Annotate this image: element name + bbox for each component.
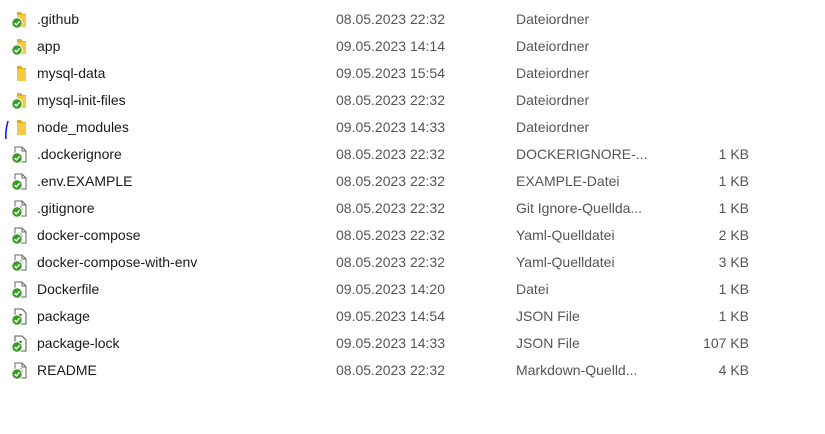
file-date: 08.05.2023 22:32 bbox=[336, 227, 445, 243]
file-type: Dateiordner bbox=[516, 11, 590, 27]
file-size: 1 KB bbox=[718, 146, 749, 162]
file-type: EXAMPLE-Datei bbox=[516, 173, 620, 189]
file-name: app bbox=[37, 38, 61, 54]
file-row[interactable]: README 08.05.2023 22:32 Markdown-Quelld...… bbox=[0, 357, 825, 384]
file-type: Dateiordner bbox=[516, 92, 590, 108]
file-size: 107 KB bbox=[703, 335, 749, 351]
file-row[interactable]: .gitignore 08.05.2023 22:32 Git Ignore-Que… bbox=[0, 195, 825, 222]
file-row[interactable]: Jpackage-lock 09.05.2023 14:33 JSON File 10… bbox=[0, 330, 825, 357]
file-date: 09.05.2023 14:54 bbox=[336, 308, 445, 324]
file-row[interactable]: mysql-init-files 08.05.2023 22:32 Dateiord… bbox=[0, 87, 825, 114]
file-row[interactable]: app 09.05.2023 14:14 Dateiordner bbox=[0, 33, 825, 60]
folder-synced-icon bbox=[10, 37, 29, 56]
file-name: .env.EXAMPLE bbox=[37, 173, 133, 189]
file-name: node_modules bbox=[37, 119, 129, 135]
file-name: package bbox=[37, 308, 90, 324]
file-row[interactable]: mysql-data 09.05.2023 15:54 Dateiordner bbox=[0, 60, 825, 87]
code-file-synced-icon bbox=[10, 199, 29, 218]
file-name: README bbox=[37, 362, 97, 378]
file-row[interactable]: .dockerignore 08.05.2023 22:32 DOCKERIGNOR… bbox=[0, 141, 825, 168]
file-date: 08.05.2023 22:32 bbox=[336, 200, 445, 216]
file-size: 1 KB bbox=[718, 281, 749, 297]
file-date: 09.05.2023 15:54 bbox=[336, 65, 445, 81]
file-row[interactable]: .env.EXAMPLE 08.05.2023 22:32 EXAMPLE-Date… bbox=[0, 168, 825, 195]
file-size: 1 KB bbox=[718, 308, 749, 324]
pen-mark bbox=[4, 120, 9, 140]
folder-icon bbox=[10, 118, 29, 137]
file-type: Dateiordner bbox=[516, 65, 590, 81]
file-name: docker-compose-with-env bbox=[37, 254, 198, 270]
file-name: package-lock bbox=[37, 335, 120, 351]
file-date: 09.05.2023 14:33 bbox=[336, 335, 445, 351]
file-date: 08.05.2023 22:32 bbox=[336, 146, 445, 162]
file-size: 3 KB bbox=[718, 254, 749, 270]
file-type: Dateiordner bbox=[516, 38, 590, 54]
json-file-synced-icon: J bbox=[10, 334, 29, 353]
file-row[interactable]: Dockerfile 09.05.2023 14:20 Datei 1 KB bbox=[0, 276, 825, 303]
file-row[interactable]: docker-compose-with-env 08.05.2023 22:32 Y… bbox=[0, 249, 825, 276]
file-size: 1 KB bbox=[718, 200, 749, 216]
file-date: 08.05.2023 22:32 bbox=[336, 254, 445, 270]
file-synced-icon bbox=[10, 172, 29, 191]
file-date: 09.05.2023 14:20 bbox=[336, 281, 445, 297]
file-date: 09.05.2023 14:33 bbox=[336, 119, 445, 135]
file-date: 09.05.2023 14:14 bbox=[336, 38, 445, 54]
file-row[interactable]: node_modules 09.05.2023 14:33 Dateiordner bbox=[0, 114, 825, 141]
file-name: .github bbox=[37, 11, 80, 27]
file-row[interactable]: Jpackage 09.05.2023 14:54 JSON File 1 KB bbox=[0, 303, 825, 330]
file-type: Markdown-Quelld... bbox=[516, 362, 638, 378]
file-name: .gitignore bbox=[37, 200, 95, 216]
file-row[interactable]: .github 08.05.2023 22:32 Dateiordner bbox=[0, 6, 825, 33]
file-date: 08.05.2023 22:32 bbox=[336, 173, 445, 189]
file-size: 4 KB bbox=[718, 362, 749, 378]
file-name: mysql-init-files bbox=[37, 92, 126, 108]
file-name: docker-compose bbox=[37, 227, 141, 243]
code-file-synced-icon bbox=[10, 253, 29, 272]
file-type: JSON File bbox=[516, 308, 580, 324]
file-date: 08.05.2023 22:32 bbox=[336, 362, 445, 378]
code-file-synced-icon bbox=[10, 226, 29, 245]
file-size: 2 KB bbox=[718, 227, 749, 243]
file-name: Dockerfile bbox=[37, 281, 100, 297]
file-type: JSON File bbox=[516, 335, 580, 351]
code-file-synced-icon bbox=[10, 361, 29, 380]
json-file-synced-icon: J bbox=[10, 307, 29, 326]
file-type: DOCKERIGNORE-... bbox=[516, 146, 648, 162]
file-date: 08.05.2023 22:32 bbox=[336, 92, 445, 108]
file-type: Dateiordner bbox=[516, 119, 590, 135]
file-size: 1 KB bbox=[718, 173, 749, 189]
folder-icon bbox=[10, 64, 29, 83]
file-list: .github 08.05.2023 22:32 Dateiordner app 09.… bbox=[0, 6, 825, 384]
file-name: .dockerignore bbox=[37, 146, 122, 162]
file-type: Yaml-Quelldatei bbox=[516, 254, 615, 270]
folder-synced-icon bbox=[10, 10, 29, 29]
file-synced-icon bbox=[10, 145, 29, 164]
file-type: Git Ignore-Quellda... bbox=[516, 200, 643, 216]
file-name: mysql-data bbox=[37, 65, 106, 81]
folder-synced-icon bbox=[10, 91, 29, 110]
file-type: Yaml-Quelldatei bbox=[516, 227, 615, 243]
file-synced-icon bbox=[10, 280, 29, 299]
file-row[interactable]: docker-compose 08.05.2023 22:32 Yaml-Quell… bbox=[0, 222, 825, 249]
file-type: Datei bbox=[516, 281, 549, 297]
file-date: 08.05.2023 22:32 bbox=[336, 11, 445, 27]
